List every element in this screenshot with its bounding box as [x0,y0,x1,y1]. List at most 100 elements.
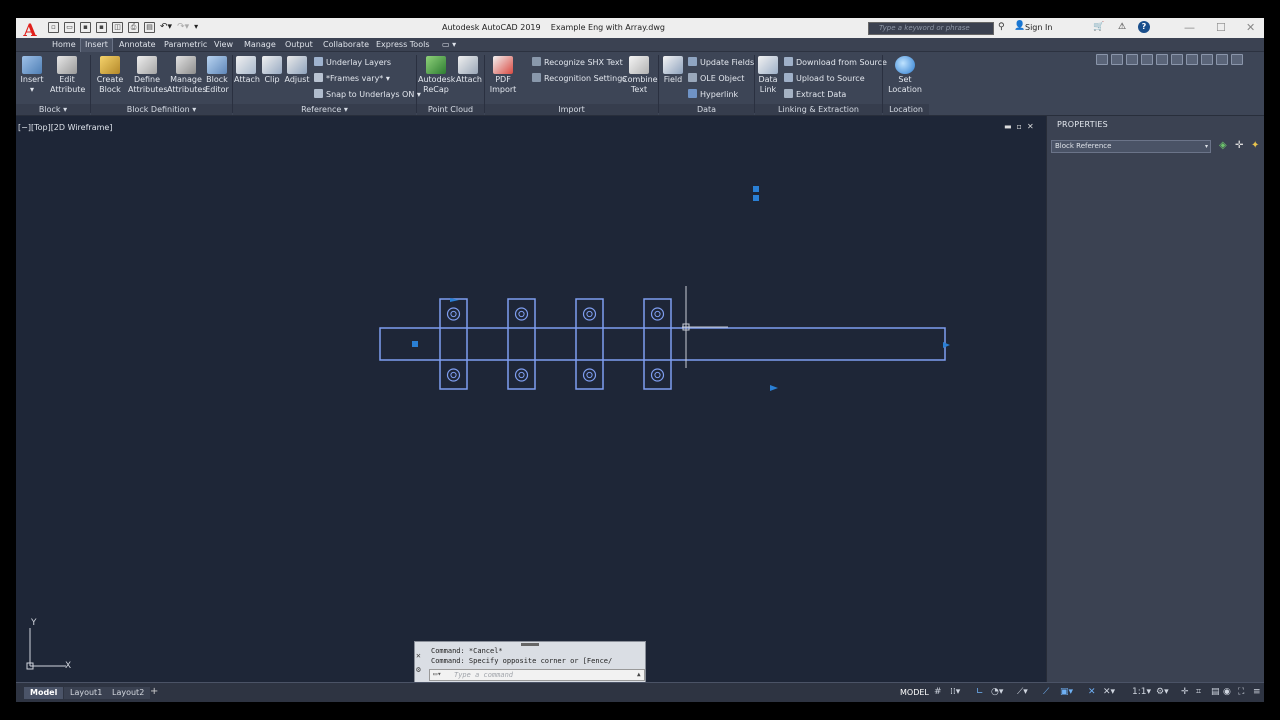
open-icon[interactable]: ▭ [64,22,75,33]
object-snap-icon[interactable]: ▣▾ [1060,687,1073,697]
help-tool-icon[interactable] [1231,54,1243,65]
command-line-grip[interactable] [521,643,539,646]
select-objects-icon[interactable]: ✛ [1235,140,1243,151]
tab-express-tools[interactable]: Express Tools [376,40,430,49]
undo-icon[interactable]: ↶▾ [160,22,172,36]
tab-view[interactable]: View [214,40,233,49]
underlay-layers-button[interactable]: Underlay Layers [314,57,391,68]
quick-properties-icon[interactable]: ▤ [1211,687,1220,697]
panel-label-reference[interactable]: Reference ▾ [233,104,416,115]
print-icon[interactable]: ▤ [144,22,155,33]
undo-tool-icon[interactable] [1216,54,1228,65]
layout-tab-layout1[interactable]: Layout1 [64,687,109,699]
command-history-icon[interactable]: ▲ [637,671,641,678]
pdf-import-button[interactable]: PDF Import [488,56,518,95]
edit-tool-icon[interactable] [1126,54,1138,65]
plot-icon[interactable]: ⎙ [128,22,139,33]
tab-annotate[interactable]: Annotate [119,40,156,49]
data-link-button[interactable]: Data Link [756,56,780,95]
web-mobile-icon[interactable]: ◫ [112,22,123,33]
close-icon[interactable]: ✕ [416,651,421,660]
panel-label-point-cloud[interactable]: Point Cloud [417,104,484,115]
insert-button[interactable]: Insert ▾ [20,56,44,95]
frames-vary-dropdown[interactable]: *Frames vary* ▾ [314,73,390,84]
viewport-window-controls[interactable]: ▬▫✕ [1004,122,1039,131]
help-icon[interactable]: ? [1138,21,1150,33]
auto-scale-icon[interactable]: ✕▾ [1103,687,1115,697]
draw-tool-icon[interactable] [1171,54,1183,65]
recognize-shx-text-button[interactable]: Recognize SHX Text [532,57,623,68]
layout-tab-model[interactable]: Model [24,687,64,699]
customization-icon[interactable]: ≡ [1253,687,1261,697]
panel-label-import[interactable]: Import [485,104,658,115]
units-icon[interactable]: ⌗ [1196,687,1201,697]
define-attributes-button[interactable]: Define Attributes [128,56,168,95]
upload-to-source-button[interactable]: Upload to Source [784,73,865,84]
update-fields-button[interactable]: Update Fields [688,57,754,68]
ole-object-button[interactable]: OLE Object [688,73,744,84]
ortho-icon[interactable]: ∟ [976,687,984,697]
block-tool-icon[interactable] [1111,54,1123,65]
new-icon[interactable]: ▫ [48,22,59,33]
tab-output[interactable]: Output [285,40,313,49]
grid-tool-icon[interactable] [1096,54,1108,65]
field-button[interactable]: Field [662,56,684,85]
create-block-button[interactable]: Create Block [96,56,124,95]
recognition-settings-button[interactable]: Recognition Settings [532,73,626,84]
point-cloud-attach-button[interactable]: Attach [456,56,482,85]
tab-home[interactable]: Home [52,40,76,49]
clean-screen-icon[interactable]: ⛶ [1238,687,1244,697]
panel-label-block-definition[interactable]: Block Definition ▾ [91,104,232,115]
autodesk-recap-button[interactable]: Autodesk ReCap [418,56,455,95]
tab-parametric[interactable]: Parametric [164,40,207,49]
model-space-button[interactable]: MODEL [900,688,929,697]
maximize-icon[interactable]: ☐ [1216,21,1226,34]
ribbon-toggle-icon[interactable]: ▭ ▾ [442,40,456,49]
set-location-button[interactable]: Set Location [888,56,922,95]
layout-tab-layout2[interactable]: Layout2 [106,687,151,699]
polar-tracking-icon[interactable]: ◔▾ [991,687,1003,697]
isolate-objects-icon[interactable]: ◉ [1223,687,1231,697]
tab-insert[interactable]: Insert [80,38,113,52]
combine-text-button[interactable]: Combine Text [622,56,658,95]
block-editor-button[interactable]: Block Editor [204,56,230,95]
viewport-controls[interactable]: [−][Top][2D Wireframe] [18,123,112,132]
wrench-icon[interactable]: ⚙ [416,665,421,674]
search-input[interactable]: Type a keyword or phrase [868,22,994,35]
a360-icon[interactable]: ⚠ [1118,22,1126,32]
snap-to-underlays-dropdown[interactable]: Snap to Underlays ON ▾ [314,89,421,100]
view-tool-icon[interactable] [1186,54,1198,65]
isodraft-icon[interactable]: ⟋▾ [1017,687,1028,697]
annotation-scale[interactable]: 1:1▾ [1132,687,1151,697]
command-input[interactable]: Type a command [429,669,645,681]
redo-icon[interactable]: ↷▾ [177,22,189,36]
hatch-tool-icon[interactable] [1201,54,1213,65]
tab-collaborate[interactable]: Collaborate [323,40,369,49]
link-tool-icon[interactable] [1156,54,1168,65]
quick-select-icon[interactable]: ✦ [1251,140,1259,151]
close-icon[interactable]: ✕ [1246,21,1255,34]
table-tool-icon[interactable] [1141,54,1153,65]
manage-attributes-button[interactable]: Manage Attributes [167,56,207,95]
attach-button[interactable]: Attach [234,56,260,85]
add-layout-icon[interactable]: + [150,686,158,697]
panel-label-linking-extraction[interactable]: Linking & Extraction [755,104,882,115]
annotation-monitor-icon[interactable]: ✛ [1181,687,1189,697]
clip-button[interactable]: Clip [262,56,282,85]
selection-dropdown[interactable]: Block Reference ▾ [1051,140,1211,153]
qat-dropdown-icon[interactable]: ▾ [194,22,198,36]
snap-mode-icon[interactable]: ⁞⁞▾ [950,687,960,697]
workspace-gear-icon[interactable]: ⚙▾ [1156,687,1169,697]
grid-icon[interactable]: # [934,687,942,697]
edit-attribute-button[interactable]: Edit Attribute [50,56,85,95]
sign-in-button[interactable]: Sign In [1025,23,1052,32]
object-snap-tracking-icon[interactable]: ⟋ [1043,687,1049,697]
hyperlink-button[interactable]: Hyperlink [688,89,738,100]
drawing-canvas[interactable]: Y X [16,116,1046,682]
save-icon[interactable]: ▪ [80,22,91,33]
annotation-visibility-icon[interactable]: ✕ [1088,687,1096,697]
save-as-icon[interactable]: ▪ [96,22,107,33]
toggle-pickadd-icon[interactable]: ◈ [1219,140,1227,151]
download-from-source-button[interactable]: Download from Source [784,57,887,68]
adjust-button[interactable]: Adjust [284,56,310,85]
